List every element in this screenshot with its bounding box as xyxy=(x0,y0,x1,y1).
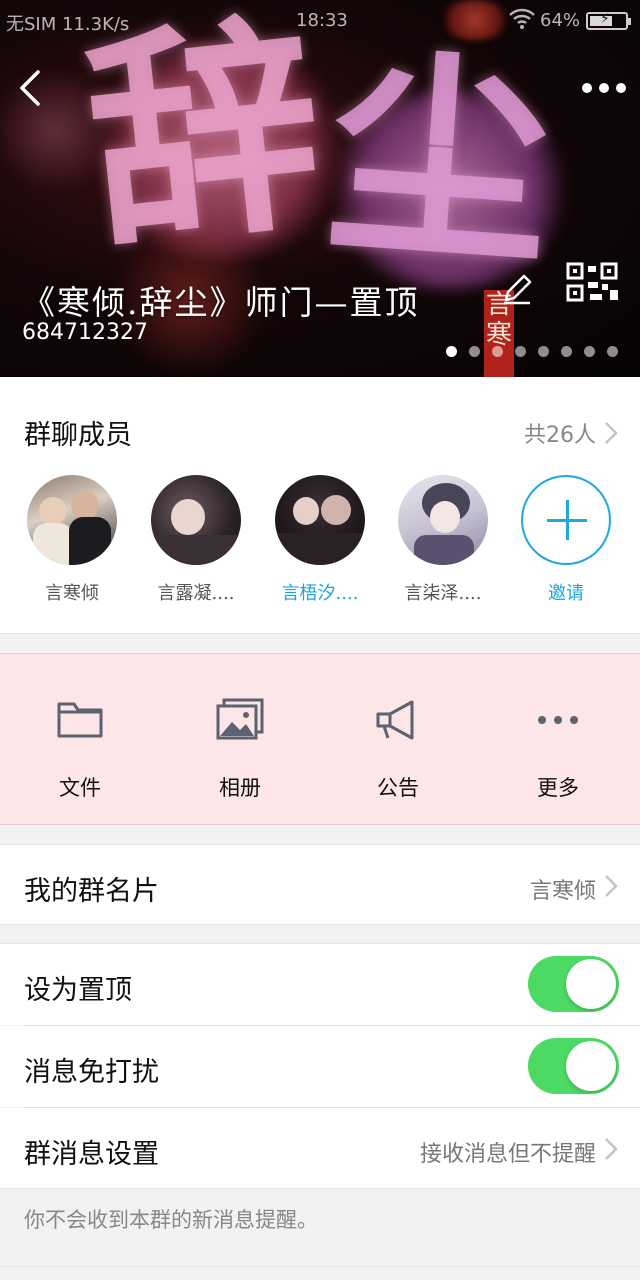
group-name: 《寒倾.辞尘》师门—置顶 xyxy=(22,283,420,322)
avatar xyxy=(275,475,365,565)
do-not-disturb-toggle[interactable] xyxy=(528,1038,619,1094)
message-settings-row[interactable]: 群消息设置 接收消息但不提醒 xyxy=(0,1108,640,1189)
files-button[interactable]: 文件 xyxy=(20,698,140,802)
member-name: 言露凝.... xyxy=(157,583,235,604)
my-group-card-row[interactable]: 我的群名片 言寒倾 xyxy=(0,844,640,925)
edit-name-icon[interactable] xyxy=(500,272,534,306)
chevron-right-icon xyxy=(605,422,618,444)
avatar xyxy=(151,475,241,565)
member-name: 言柒泽.... xyxy=(404,583,482,604)
tool-label: 文件 xyxy=(59,776,101,800)
tool-label: 相册 xyxy=(219,776,261,800)
member-count: 共26人 xyxy=(524,423,596,448)
announcement-button[interactable]: 公告 xyxy=(338,698,458,802)
page-dot xyxy=(446,346,457,357)
banner-calligraphy-1: 辞 xyxy=(76,0,334,282)
group-id: 684712327 xyxy=(22,320,148,345)
group-header-banner: 辞 尘 言寒 无SIM 11.3K/s 18:33 64% ⚡ 《寒倾.辞尘》师… xyxy=(0,0,640,377)
avatar xyxy=(398,475,488,565)
pin-top-toggle[interactable] xyxy=(528,956,619,1012)
tool-label: 更多 xyxy=(537,776,579,800)
chevron-right-icon xyxy=(605,1138,618,1160)
members-title: 群聊成员 xyxy=(24,420,132,451)
row-value: 言寒倾 xyxy=(529,879,596,904)
network-status: 无SIM 11.3K/s xyxy=(6,14,130,35)
group-members-section: 群聊成员 共26人 言寒倾 言露凝.... 言梧汐.... 言柒泽.... 邀请 xyxy=(0,377,640,634)
divider xyxy=(0,1188,640,1189)
member-item[interactable]: 言梧汐.... xyxy=(260,475,380,605)
chevron-right-icon xyxy=(605,875,618,897)
page-dot xyxy=(584,346,595,357)
charging-icon: ⚡ xyxy=(600,11,610,27)
row-title: 我的群名片 xyxy=(24,876,159,907)
battery-icon: ⚡ xyxy=(586,11,631,30)
album-button[interactable]: 相册 xyxy=(180,698,300,802)
pin-top-row: 设为置顶 xyxy=(0,944,640,1025)
page-dot xyxy=(515,346,526,357)
invite-label: 邀请 xyxy=(548,583,584,604)
divider xyxy=(0,1266,640,1267)
row-value: 接收消息但不提醒 xyxy=(419,1142,596,1167)
member-name: 言梧汐.... xyxy=(281,583,359,604)
more-dots-icon xyxy=(538,716,578,724)
qr-code-icon[interactable] xyxy=(566,262,620,302)
page-dot xyxy=(561,346,572,357)
back-button[interactable] xyxy=(12,66,48,110)
member-item[interactable]: 言露凝.... xyxy=(136,475,256,605)
status-time: 18:33 xyxy=(296,10,348,31)
member-name: 言寒倾 xyxy=(45,583,99,604)
wifi-icon xyxy=(509,8,535,29)
notification-hint: 你不会收到本群的新消息提醒。 xyxy=(24,1208,318,1232)
row-title: 消息免打扰 xyxy=(24,1057,159,1088)
avatar xyxy=(27,475,117,565)
row-title: 群消息设置 xyxy=(24,1139,159,1170)
tool-label: 公告 xyxy=(377,776,419,800)
page-dot xyxy=(607,346,618,357)
megaphone-icon xyxy=(376,700,414,740)
more-options-button[interactable] xyxy=(582,80,626,96)
member-item[interactable]: 言柒泽.... xyxy=(383,475,503,605)
photo-album-icon xyxy=(216,698,264,740)
invite-button[interactable]: 邀请 xyxy=(506,475,626,605)
divider xyxy=(0,924,640,925)
folder-icon xyxy=(57,702,103,738)
page-dot xyxy=(538,346,549,357)
battery-percent: 64% xyxy=(540,10,581,31)
member-item[interactable]: 言寒倾 xyxy=(12,475,132,605)
add-member-icon xyxy=(521,475,611,565)
row-title: 设为置顶 xyxy=(24,975,132,1006)
status-bar: 无SIM 11.3K/s 18:33 64% ⚡ xyxy=(0,0,640,40)
do-not-disturb-row: 消息免打扰 xyxy=(0,1026,640,1107)
banner-calligraphy-2: 尘 xyxy=(321,22,559,297)
page-dot xyxy=(469,346,480,357)
group-tools-section: 文件 相册 公告 更多 xyxy=(0,653,640,825)
more-tools-button[interactable]: 更多 xyxy=(498,698,618,802)
page-dot xyxy=(492,346,503,357)
